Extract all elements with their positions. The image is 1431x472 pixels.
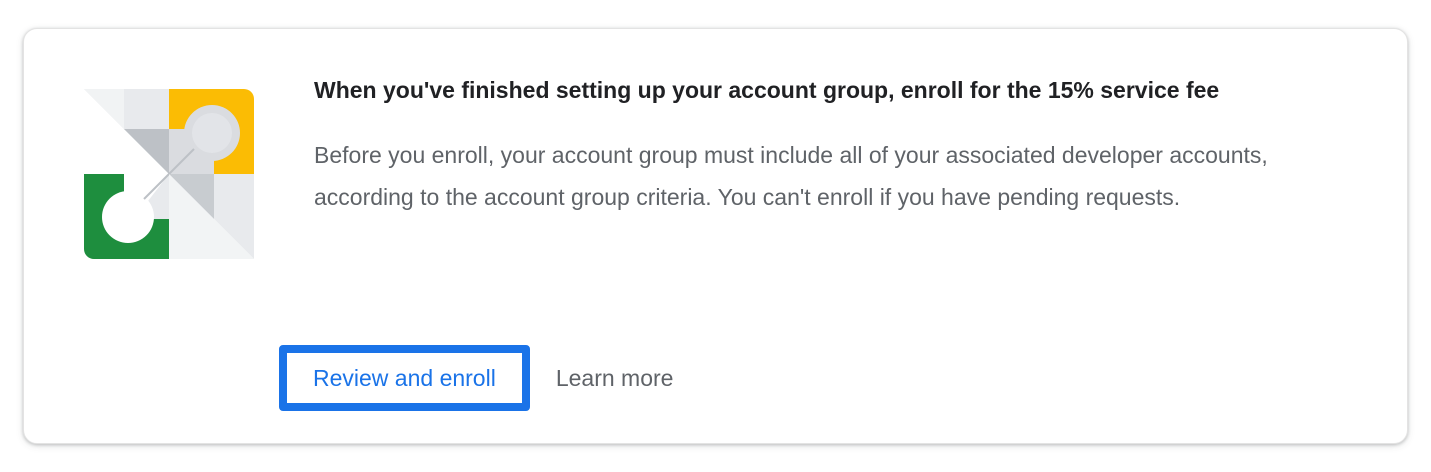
card-content: When you've finished setting up your acc…: [314, 71, 1354, 218]
account-group-illustration-icon: [84, 89, 254, 259]
card-title: When you've finished setting up your acc…: [314, 77, 1220, 103]
learn-more-link[interactable]: Learn more: [556, 365, 674, 392]
card-actions: Review and enroll Learn more: [279, 345, 673, 411]
review-and-enroll-button[interactable]: Review and enroll: [279, 345, 530, 411]
enrollment-card: When you've finished setting up your acc…: [23, 28, 1408, 444]
card-description: Before you enroll, your account group mu…: [314, 142, 1268, 210]
